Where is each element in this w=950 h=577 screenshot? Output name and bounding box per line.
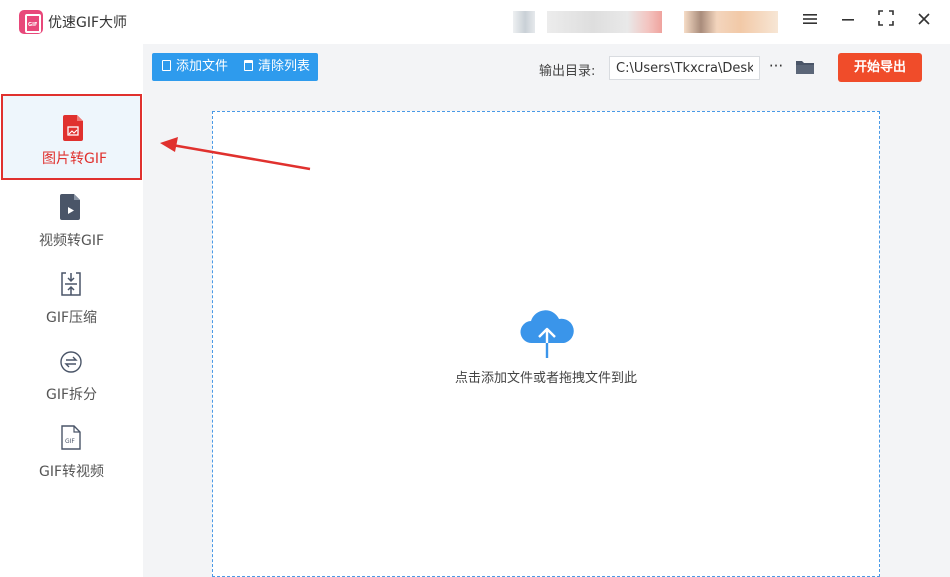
svg-text:GIF: GIF — [65, 438, 75, 445]
add-file-label: 添加文件 — [176, 59, 229, 74]
app-window: GIF 优速GIF大师 图片转GIF 视频转GIF GIF压缩 GIF拆分 GI… — [0, 0, 950, 577]
sidebar-item-label: GIF拆分 — [45, 387, 98, 403]
start-export-button[interactable]: 开始导出 — [838, 53, 922, 82]
blurred-account-area — [513, 11, 535, 33]
app-logo-icon: GIF — [19, 10, 43, 34]
sidebar-item-gif-to-video[interactable]: GIF GIF转视频 — [0, 407, 143, 481]
app-logo-text: GIF — [28, 22, 38, 28]
app-title: 优速GIF大师 — [48, 15, 128, 31]
sidebar-item-gif-split[interactable]: GIF拆分 — [0, 330, 143, 404]
clear-list-button[interactable]: 清除列表 — [244, 53, 316, 81]
more-options-button[interactable]: ··· — [766, 58, 786, 76]
sidebar-item-label: 图片转GIF — [41, 151, 108, 167]
title-bar: GIF 优速GIF大师 — [0, 0, 950, 44]
split-icon — [60, 351, 82, 373]
video-file-icon — [60, 194, 80, 220]
image-file-icon — [63, 115, 83, 141]
gif-file-icon: GIF — [61, 425, 81, 450]
sidebar-item-image-to-gif[interactable]: 图片转GIF — [1, 94, 142, 180]
file-icon — [162, 60, 171, 71]
minimize-icon[interactable] — [836, 10, 860, 32]
maximize-icon[interactable] — [874, 10, 898, 32]
sidebar-item-label: GIF转视频 — [38, 464, 105, 480]
sidebar-item-label: 视频转GIF — [38, 233, 105, 249]
output-dir-label: 输出目录: — [539, 64, 596, 79]
clear-list-label: 清除列表 — [258, 59, 311, 74]
blurred-user-avatar — [684, 11, 778, 33]
file-toolbar: 添加文件 清除列表 — [152, 53, 318, 81]
sidebar-item-label: GIF压缩 — [45, 310, 98, 326]
folder-icon[interactable] — [795, 58, 815, 76]
dropzone-hint: 点击添加文件或者拖拽文件到此 — [454, 371, 637, 386]
sidebar-item-video-to-gif[interactable]: 视频转GIF — [0, 176, 143, 250]
cloud-upload-icon — [520, 310, 574, 358]
close-icon[interactable] — [912, 10, 936, 32]
file-dropzone[interactable]: 点击添加文件或者拖拽文件到此 — [212, 111, 880, 577]
output-dir-input[interactable] — [609, 56, 760, 80]
trash-icon — [244, 60, 253, 71]
add-file-button[interactable]: 添加文件 — [162, 53, 242, 81]
blurred-account-name — [547, 11, 662, 33]
compress-icon — [61, 272, 81, 296]
sidebar-item-gif-compress[interactable]: GIF压缩 — [0, 253, 143, 327]
menu-icon[interactable] — [798, 10, 822, 32]
